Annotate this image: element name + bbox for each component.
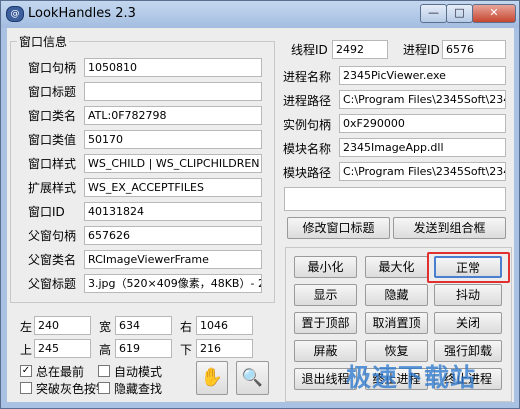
window-id-label: 窗口ID	[28, 205, 65, 219]
rect-width-field[interactable]: 634	[115, 316, 172, 335]
rect-right-label: 右	[180, 320, 193, 334]
window-style-label: 窗口样式	[28, 157, 77, 171]
window-style-field[interactable]: WS_CHILD | WS_CLIPCHILDREN | W	[84, 154, 262, 173]
show-window-button[interactable]: 显示	[294, 284, 357, 306]
window-handle-field[interactable]: 1050810	[84, 58, 262, 77]
rect-width-label: 宽	[99, 320, 112, 334]
app-window: @ LookHandles 2.3 — □ ✕ 窗口信息 窗口句柄 105081…	[0, 0, 520, 409]
module-path-field[interactable]: C:\Program Files\2345Soft\2345Pi	[339, 162, 506, 181]
rect-left-label: 左	[20, 320, 33, 334]
extended-style-label: 扩展样式	[28, 181, 77, 195]
magnifier-icon[interactable]: 🔍	[236, 361, 269, 395]
close-icon[interactable]: ✕	[472, 4, 516, 23]
window-title: LookHandles 2.3	[28, 6, 136, 21]
rect-right-field[interactable]: 1046	[196, 316, 253, 335]
maximize-icon[interactable]: □	[446, 4, 473, 23]
title-bar[interactable]: @ LookHandles 2.3 — □ ✕	[1, 1, 519, 28]
extra-info-field[interactable]	[284, 187, 506, 211]
rect-top-label: 上	[20, 343, 33, 357]
rect-top-field[interactable]: 245	[34, 339, 91, 358]
module-name-label: 模块名称	[283, 142, 332, 156]
window-class-field[interactable]: ATL:0F782798	[84, 106, 262, 125]
rect-height-label: 高	[99, 343, 112, 357]
window-title-field[interactable]	[84, 82, 262, 101]
rect-height-field[interactable]: 619	[115, 339, 172, 358]
window-info-group-title: 窗口信息	[17, 33, 70, 50]
always-on-top-checkbox[interactable]: ✓	[20, 365, 32, 377]
module-name-field[interactable]: 2345ImageApp.dll	[339, 138, 506, 157]
process-id-label: 进程ID	[403, 43, 440, 57]
app-logo-icon: @	[6, 6, 24, 22]
window-class-value-label: 窗口类值	[28, 133, 77, 147]
hide-search-checkbox[interactable]	[98, 382, 110, 394]
hide-search-label: 隐藏查找	[114, 382, 163, 396]
window-id-field[interactable]: 40131824	[84, 202, 262, 221]
instance-handle-field[interactable]: 0xF290000	[339, 114, 506, 133]
auto-mode-checkbox[interactable]	[98, 365, 110, 377]
watermark-text: 极速下载站	[346, 363, 477, 392]
thread-id-field[interactable]: 2492	[332, 40, 388, 59]
modify-window-title-button[interactable]: 修改窗口标题	[287, 217, 390, 239]
rect-left-field[interactable]: 240	[34, 316, 91, 335]
send-to-combo-button[interactable]: 发送到组合框	[393, 217, 506, 239]
client-area: 窗口信息 窗口句柄 1050810 窗口标题 窗口类名 ATL:0F782798…	[7, 28, 514, 402]
process-path-field[interactable]: C:\Program Files\2345Soft\2345Pi	[339, 90, 506, 109]
extended-style-field[interactable]: WS_EX_ACCEPTFILES	[84, 178, 262, 197]
bring-to-top-button[interactable]: 置于顶部	[294, 312, 357, 334]
hand-finder-icon[interactable]: ✋	[196, 361, 228, 395]
process-id-field[interactable]: 6576	[442, 40, 506, 59]
module-path-label: 模块路径	[283, 166, 332, 180]
cancel-topmost-button[interactable]: 取消置顶	[365, 312, 428, 334]
parent-title-field[interactable]: 3.jpg（520×409像素，48KB）- 234	[84, 274, 262, 293]
parent-title-label: 父窗标题	[28, 277, 77, 291]
close-window-button[interactable]: 关闭	[434, 312, 502, 334]
instance-handle-label: 实例句柄	[283, 118, 332, 132]
shake-window-button[interactable]: 抖动	[434, 284, 502, 306]
window-title-label: 窗口标题	[28, 85, 77, 99]
parent-class-field[interactable]: RCImageViewerFrame	[84, 250, 262, 269]
rect-bottom-field[interactable]: 216	[196, 339, 253, 358]
parent-handle-field[interactable]: 657626	[84, 226, 262, 245]
maximize-window-button[interactable]: 最大化	[365, 256, 428, 278]
window-handle-label: 窗口句柄	[28, 61, 77, 75]
highlight-box	[427, 252, 510, 283]
process-name-field[interactable]: 2345PicViewer.exe	[339, 66, 506, 85]
hide-window-button[interactable]: 隐藏	[365, 284, 428, 306]
window-class-label: 窗口类名	[28, 109, 77, 123]
parent-handle-label: 父窗句柄	[28, 229, 77, 243]
always-on-top-label: 总在最前	[36, 365, 85, 379]
process-name-label: 进程名称	[283, 70, 332, 84]
break-gray-button-checkbox[interactable]	[20, 382, 32, 394]
rect-bottom-label: 下	[180, 343, 193, 357]
window-class-value-field[interactable]: 50170	[84, 130, 262, 149]
minimize-window-button[interactable]: 最小化	[294, 256, 357, 278]
thread-id-label: 线程ID	[291, 43, 328, 57]
auto-mode-label: 自动模式	[114, 365, 163, 379]
parent-class-label: 父窗类名	[28, 253, 77, 267]
process-path-label: 进程路径	[283, 94, 332, 108]
minimize-icon[interactable]: —	[420, 4, 447, 23]
